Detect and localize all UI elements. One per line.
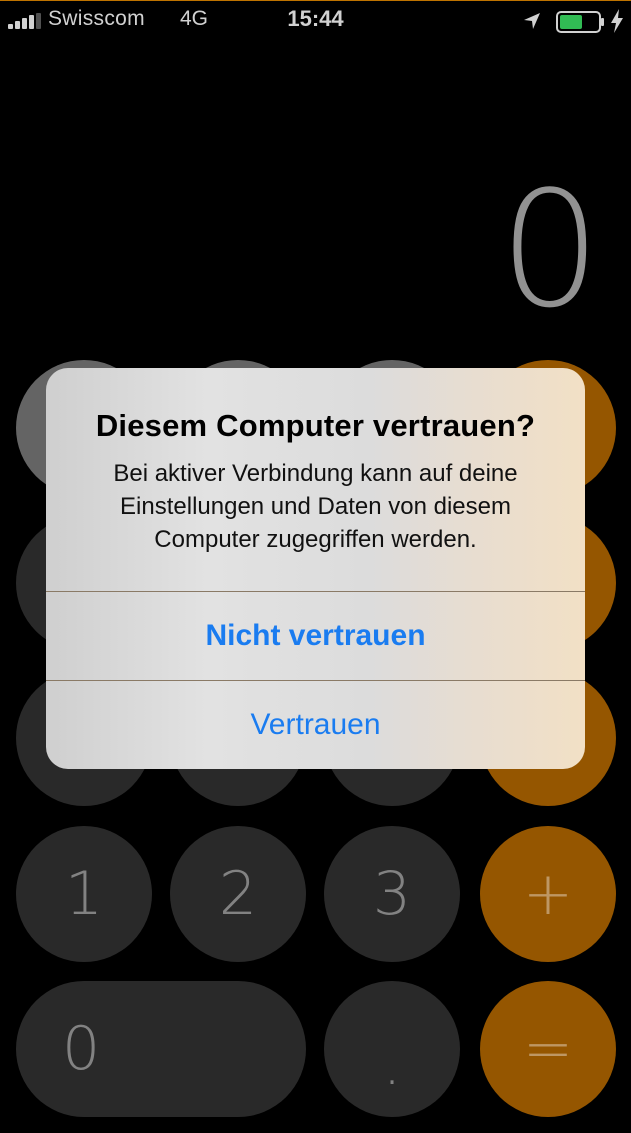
alert-title: Diesem Computer vertrauen? — [95, 408, 536, 443]
dont-trust-button[interactable]: Nicht vertrauen — [46, 592, 585, 680]
trust-button[interactable]: Vertrauen — [46, 681, 585, 769]
calculator-screen: Swisscom 4G 15:44 0 1 2 3 + 0 . = Diesem… — [0, 0, 631, 1133]
alert-message: Bei aktiver Verbindung kann auf deine Ei… — [113, 460, 518, 553]
trust-computer-alert: Diesem Computer vertrauen? Bei aktiver V… — [46, 368, 585, 769]
alert-body: Diesem Computer vertrauen? Bei aktiver V… — [46, 368, 585, 591]
